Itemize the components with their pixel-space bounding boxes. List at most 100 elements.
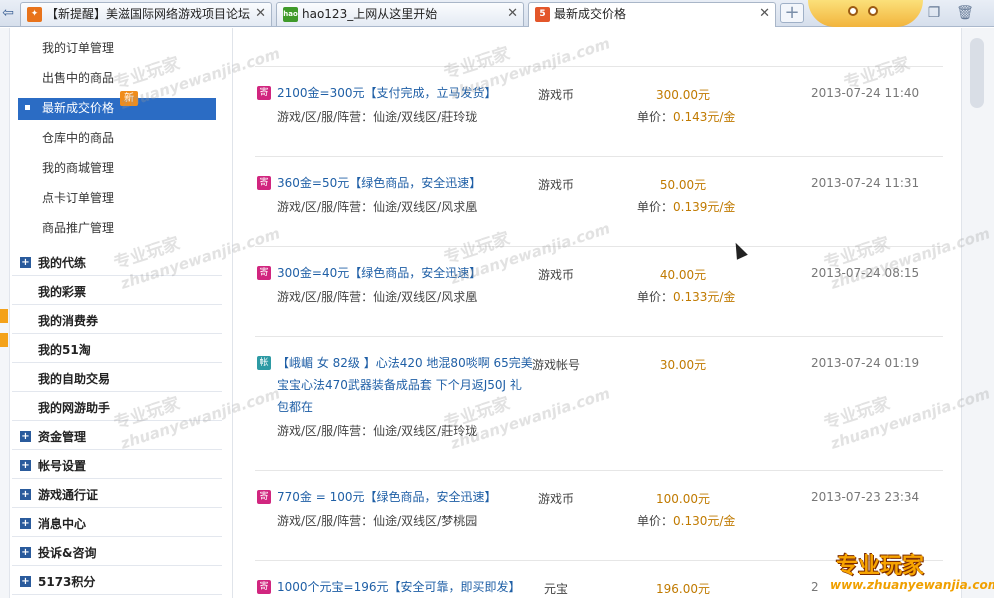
row-separator <box>255 336 943 337</box>
sidebar-group-label: 我的彩票 <box>38 285 87 299</box>
sidebar-group-game-assistant[interactable]: 我的网游助手 <box>12 393 222 421</box>
plus-icon: + <box>20 518 31 529</box>
record-title-link[interactable]: 770金 = 100元【绿色商品，安全迅速】 <box>277 486 497 508</box>
tab-hao123-label: hao123_上网从这里开始 <box>302 7 438 21</box>
sidebar-item-card-orders[interactable]: 点卡订单管理 <box>42 190 114 206</box>
record-unit-price: 单价：0.133元/金 <box>637 288 735 305</box>
record-title-link[interactable]: 300金=40元【绿色商品，安全迅速】 <box>277 262 481 284</box>
record-unit-price: 单价：0.143元/金 <box>637 108 735 125</box>
hao123-favicon-icon: hao <box>283 7 298 22</box>
sidebar-group-points[interactable]: + 5173积分 <box>12 567 222 595</box>
record-unit-price: 单价：0.130元/金 <box>637 512 735 529</box>
row-separator <box>255 470 943 471</box>
sidebar-group-complaints[interactable]: + 投诉&咨询 <box>12 538 222 566</box>
tab-hao123[interactable]: hao hao123_上网从这里开始 ✕ <box>276 2 524 26</box>
sidebar-strip <box>0 28 10 598</box>
page-scrollbar[interactable] <box>961 28 994 598</box>
strip-marker <box>0 309 8 323</box>
sidebar-group-boosting[interactable]: + 我的代练 <box>12 248 222 276</box>
sidebar-item-my-orders[interactable]: 我的订单管理 <box>42 40 114 56</box>
sidebar-group-label: 我的代练 <box>38 256 87 270</box>
plus-icon: + <box>20 576 31 587</box>
sidebar-group-messages[interactable]: + 消息中心 <box>12 509 222 537</box>
record-price: 40.00元 <box>659 268 707 282</box>
plus-icon: + <box>20 257 31 268</box>
sidebar-item-mall-manage[interactable]: 我的商城管理 <box>42 160 114 176</box>
unit-label: 单价： <box>637 514 674 528</box>
mascot-eye-icon <box>848 6 858 16</box>
unit-value: 0.130元/金 <box>673 514 736 528</box>
consign-tag-icon: 寄 <box>257 580 271 594</box>
tab-latest-price-label: 最新成交价格 <box>554 7 627 21</box>
strip-marker <box>0 333 8 347</box>
new-badge: 新 <box>120 91 138 106</box>
back-arrow-icon[interactable]: ⇦ <box>0 3 16 23</box>
unit-label: 单价： <box>637 200 674 214</box>
sidebar-group-self-trade[interactable]: 我的自助交易 <box>12 364 222 392</box>
record-price: 50.00元 <box>659 178 707 192</box>
consign-tag-icon: 寄 <box>257 176 271 190</box>
unit-value: 0.139元/金 <box>673 200 736 214</box>
record-title-link[interactable]: 1000个元宝=196元【安全可靠，即买即发】 <box>277 576 521 598</box>
sidebar-group-game-pass[interactable]: + 游戏通行证 <box>12 480 222 508</box>
close-icon[interactable]: ✕ <box>759 3 770 25</box>
forum-favicon-icon: ✦ <box>27 7 42 22</box>
unit-label: 单价： <box>637 110 674 124</box>
sidebar-group-account-settings[interactable]: + 帐号设置 <box>12 451 222 479</box>
tab-forum-label: 【新提醒】美滋国际网络游戏项目论坛 <box>46 7 251 21</box>
record-title-link[interactable]: 360金=50元【绿色商品，安全迅速】 <box>277 172 481 194</box>
close-icon[interactable]: ✕ <box>255 3 266 25</box>
sidebar-group-coupons[interactable]: 我的消费券 <box>12 306 222 334</box>
record-server: 游戏/区/服/阵营：仙途/双线区/莊玲珑 <box>277 110 478 124</box>
record-price: 30.00元 <box>659 358 707 372</box>
record-category: 游戏币 <box>538 88 575 102</box>
sidebar-group-label: 我的自助交易 <box>38 372 111 386</box>
record-title-link[interactable]: 2100金=300元【支付完成，立马发货】 <box>277 82 497 104</box>
sidebar-group-label: 我的网游助手 <box>38 401 111 415</box>
sidebar-group-funds[interactable]: + 资金管理 <box>12 422 222 450</box>
record-price: 100.00元 <box>656 492 710 506</box>
latest-price-list: 寄 2100金=300元【支付完成，立马发货】 游戏/区/服/阵营：仙途/双线区… <box>233 28 961 598</box>
record-category: 游戏币 <box>538 492 575 506</box>
consign-tag-icon: 寄 <box>257 490 271 504</box>
sidebar-item-on-sale[interactable]: 出售中的商品 <box>42 70 114 86</box>
record-title-link[interactable]: 【峨嵋 女 82级 】心法420 地混80啖啊 65完美 <box>277 352 533 374</box>
record-server: 游戏/区/服/阵营：仙途/双线区/梦桃园 <box>277 514 478 528</box>
record-server: 游戏/区/服/阵营：仙途/双线区/莊玲珑 <box>277 424 478 438</box>
record-date: 2013-07-24 11:40 <box>811 86 920 100</box>
window-icon[interactable]: ❐ <box>924 4 944 22</box>
record-price: 196.00元 <box>656 582 710 596</box>
sidebar-group-label: 游戏通行证 <box>38 488 99 502</box>
bullet-icon <box>25 105 30 110</box>
record-title-line3[interactable]: 包都在 <box>277 396 313 418</box>
tab-latest-price[interactable]: 5 最新成交价格 ✕ <box>528 2 776 27</box>
sidebar-group-label: 5173积分 <box>38 575 96 589</box>
scrollbar-thumb[interactable] <box>970 38 984 108</box>
sidebar-group-label: 我的消费券 <box>38 314 99 328</box>
tab-forum[interactable]: ✦ 【新提醒】美滋国际网络游戏项目论坛 ✕ <box>20 2 272 26</box>
new-tab-icon[interactable]: + <box>780 3 804 23</box>
record-date: 2013-07-24 11:31 <box>811 176 920 190</box>
record-server: 游戏/区/服/阵营：仙途/双线区/风求凰 <box>277 290 478 304</box>
trash-icon[interactable]: 🗑 <box>955 4 975 22</box>
sidebar-item-warehouse[interactable]: 仓库中的商品 <box>42 130 114 146</box>
mascot-decoration <box>808 0 923 27</box>
consign-tag-icon: 寄 <box>257 266 271 280</box>
account-tag-icon: 帐 <box>257 356 271 370</box>
sidebar-group-label: 我的51淘 <box>38 343 91 357</box>
plus-icon: + <box>20 460 31 471</box>
sidebar-item-promotion[interactable]: 商品推广管理 <box>42 220 114 236</box>
sidebar-group-51tao[interactable]: 我的51淘 <box>12 335 222 363</box>
sidebar-group-lottery[interactable]: 我的彩票 <box>12 277 222 305</box>
close-icon[interactable]: ✕ <box>507 3 518 25</box>
browser-tab-bar: ⇦ ✦ 【新提醒】美滋国际网络游戏项目论坛 ✕ hao hao123_上网从这里… <box>0 0 994 27</box>
unit-label: 单价： <box>637 290 674 304</box>
plus-icon: + <box>20 431 31 442</box>
sidebar-group-label: 资金管理 <box>38 430 87 444</box>
record-title-line2[interactable]: 宝宝心法470武器装备成品套 下个月返J50J 礼 <box>277 374 522 396</box>
unit-value: 0.133元/金 <box>673 290 736 304</box>
record-date: 2013-07-23 23:34 <box>811 490 920 504</box>
sidebar-item-latest-price[interactable]: 最新成交价格 <box>18 98 216 120</box>
mascot-eye-icon <box>868 6 878 16</box>
row-separator <box>255 66 943 67</box>
